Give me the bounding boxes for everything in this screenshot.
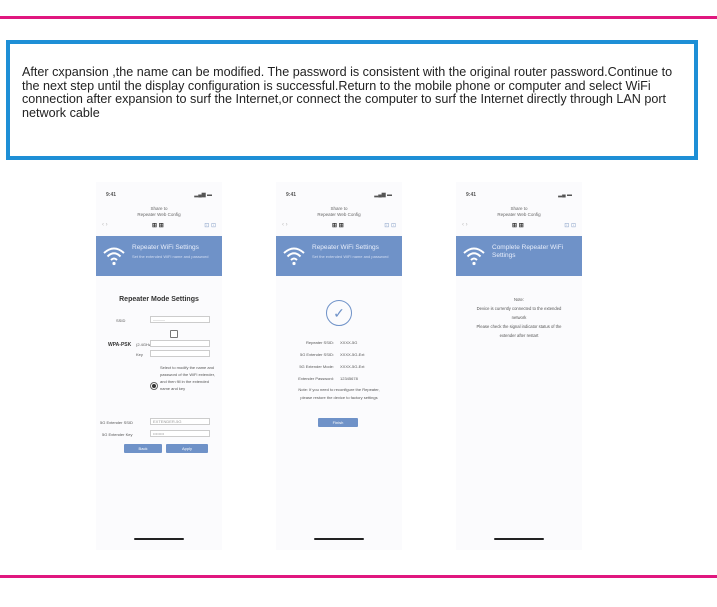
nav-arrows-icon: ‹ › <box>102 222 108 228</box>
reconfigure-note-2: please restore the device to factory set… <box>300 395 378 400</box>
address-line-2: Repeater Web Config <box>137 212 181 217</box>
ssid-label: SSID <box>116 318 126 323</box>
menu-icon: ⊡ ⊡ <box>204 223 216 229</box>
address-bar: Share to Repeater Web Config <box>276 206 402 218</box>
ssid-input[interactable]: ——— <box>150 316 210 323</box>
home-indicator <box>314 538 364 540</box>
browser-nav: ‹ › ⊞ ⊞ ⊡ ⊡ <box>96 222 222 236</box>
phone-screenshot-success: 9:41 ▂▄▆ ▬ Share to Repeater Web Config … <box>276 182 402 550</box>
instruction-text: After cxpansion ,the name can be modifie… <box>22 65 673 120</box>
home-indicator <box>494 538 544 540</box>
complete-line-4: Please check the signal indicator status… <box>476 324 562 329</box>
banner-title: Complete Repeater WiFi Settings <box>492 244 564 259</box>
info-key: Repeater SSID: <box>305 340 334 345</box>
status-time: 9:41 <box>286 192 297 198</box>
back-button[interactable]: Back <box>124 444 162 453</box>
signal-battery-icon: ▂▄ ▬ <box>558 192 572 198</box>
browser-nav: ‹ › ⊞ ⊞ ⊡ ⊡ <box>276 222 402 236</box>
info-value: XXXX-5G <box>340 340 358 345</box>
phone-screenshot-repeater-settings: 9:41 ▂▄▆ ▬ Share to Repeater Web Config … <box>96 182 222 550</box>
modify-name-note: Select to modify the name and password o… <box>160 365 215 391</box>
reconfigure-note-1: Note: If you need to reconfigure the Rep… <box>298 387 380 392</box>
complete-line-5: extender after restart <box>499 333 539 338</box>
address-line-2: Repeater Web Config <box>497 212 541 217</box>
status-time: 9:41 <box>466 192 477 198</box>
signal-battery-icon: ▂▄▆ ▬ <box>194 192 212 198</box>
complete-line-3: network <box>511 315 527 320</box>
instruction-box: After cxpansion ,the name can be modifie… <box>6 40 698 160</box>
apply-button[interactable]: Apply <box>166 444 208 453</box>
key-input[interactable] <box>150 350 210 357</box>
header-banner: Repeater WiFi Settings Set the extended … <box>276 236 402 276</box>
show-password-checkbox[interactable] <box>170 330 178 338</box>
banner-subtitle: Set the extended WiFi name and password <box>132 254 209 259</box>
wifi-icon <box>283 247 305 266</box>
complete-line-1: Note: <box>513 297 524 302</box>
nav-arrows-icon: ‹ › <box>282 222 288 228</box>
complete-panel: Note: Device is currently connected to t… <box>456 276 582 550</box>
header-banner: Repeater WiFi Settings Set the extended … <box>96 236 222 276</box>
address-bar: Share to Repeater Web Config <box>456 206 582 218</box>
info-key: 5G Extender SSID: <box>299 352 334 357</box>
info-value: 12345678 <box>340 376 358 381</box>
banner-title: Repeater WiFi Settings <box>312 244 379 251</box>
header-banner: Complete Repeater WiFi Settings <box>456 236 582 276</box>
info-key: Extender Password: <box>298 376 334 381</box>
status-bar: 9:41 ▂▄ ▬ <box>456 192 582 202</box>
info-value: XXXX-5G-Ext <box>340 352 365 357</box>
status-bar: 9:41 ▂▄▆ ▬ <box>96 192 222 202</box>
top-divider-line <box>0 16 717 19</box>
browser-nav: ‹ › ⊞ ⊞ ⊡ ⊡ <box>456 222 582 236</box>
finish-button[interactable]: Finish <box>318 418 358 427</box>
bottom-divider-line <box>0 575 717 578</box>
address-bar: Share to Repeater Web Config <box>96 206 222 218</box>
banner-title: Repeater WiFi Settings <box>132 244 199 251</box>
wpa-input[interactable] <box>150 340 210 347</box>
wpa-label: WPA-PSK <box>108 342 132 348</box>
success-check-icon: ✓ <box>326 300 352 326</box>
form-title: Repeater Mode Settings <box>119 296 199 303</box>
key-label: Key <box>136 352 143 357</box>
wifi-icon <box>103 247 125 266</box>
signal-battery-icon: ▂▄▆ ▬ <box>374 192 392 198</box>
address-line-2: Repeater Web Config <box>317 212 361 217</box>
menu-icon: ⊡ ⊡ <box>384 223 396 229</box>
menu-icon: ⊡ ⊡ <box>564 223 576 229</box>
banner-subtitle: Set the extended WiFi name and password <box>312 254 389 259</box>
wifi-icon <box>463 247 485 266</box>
modify-name-radio[interactable] <box>150 382 158 390</box>
ext-key-label: 5G Extender Key <box>102 432 133 437</box>
info-key: 5G Extender Mode: <box>299 364 334 369</box>
tabs-icon: ⊞ ⊞ <box>332 223 344 229</box>
settings-form: Repeater Mode Settings SSID ——— WPA-PSK … <box>96 276 222 550</box>
ext-ssid-label: 5G Extender SSID <box>100 420 133 425</box>
status-time: 9:41 <box>106 192 117 198</box>
info-value: XXXX-5G-Ext <box>340 364 365 369</box>
complete-line-2: Device is currently connected to the ext… <box>476 306 562 311</box>
ext-key-input[interactable]: •••••••• <box>150 430 210 437</box>
status-bar: 9:41 ▂▄▆ ▬ <box>276 192 402 202</box>
phone-screenshot-complete: 9:41 ▂▄ ▬ Share to Repeater Web Config ‹… <box>456 182 582 550</box>
nav-arrows-icon: ‹ › <box>462 222 468 228</box>
ext-ssid-input[interactable]: EXTENDER-5G <box>150 418 210 425</box>
tabs-icon: ⊞ ⊞ <box>512 223 524 229</box>
success-panel: ✓ Repeater SSID: XXXX-5G 5G Extender SSI… <box>276 276 402 550</box>
home-indicator <box>134 538 184 540</box>
tabs-icon: ⊞ ⊞ <box>152 223 164 229</box>
